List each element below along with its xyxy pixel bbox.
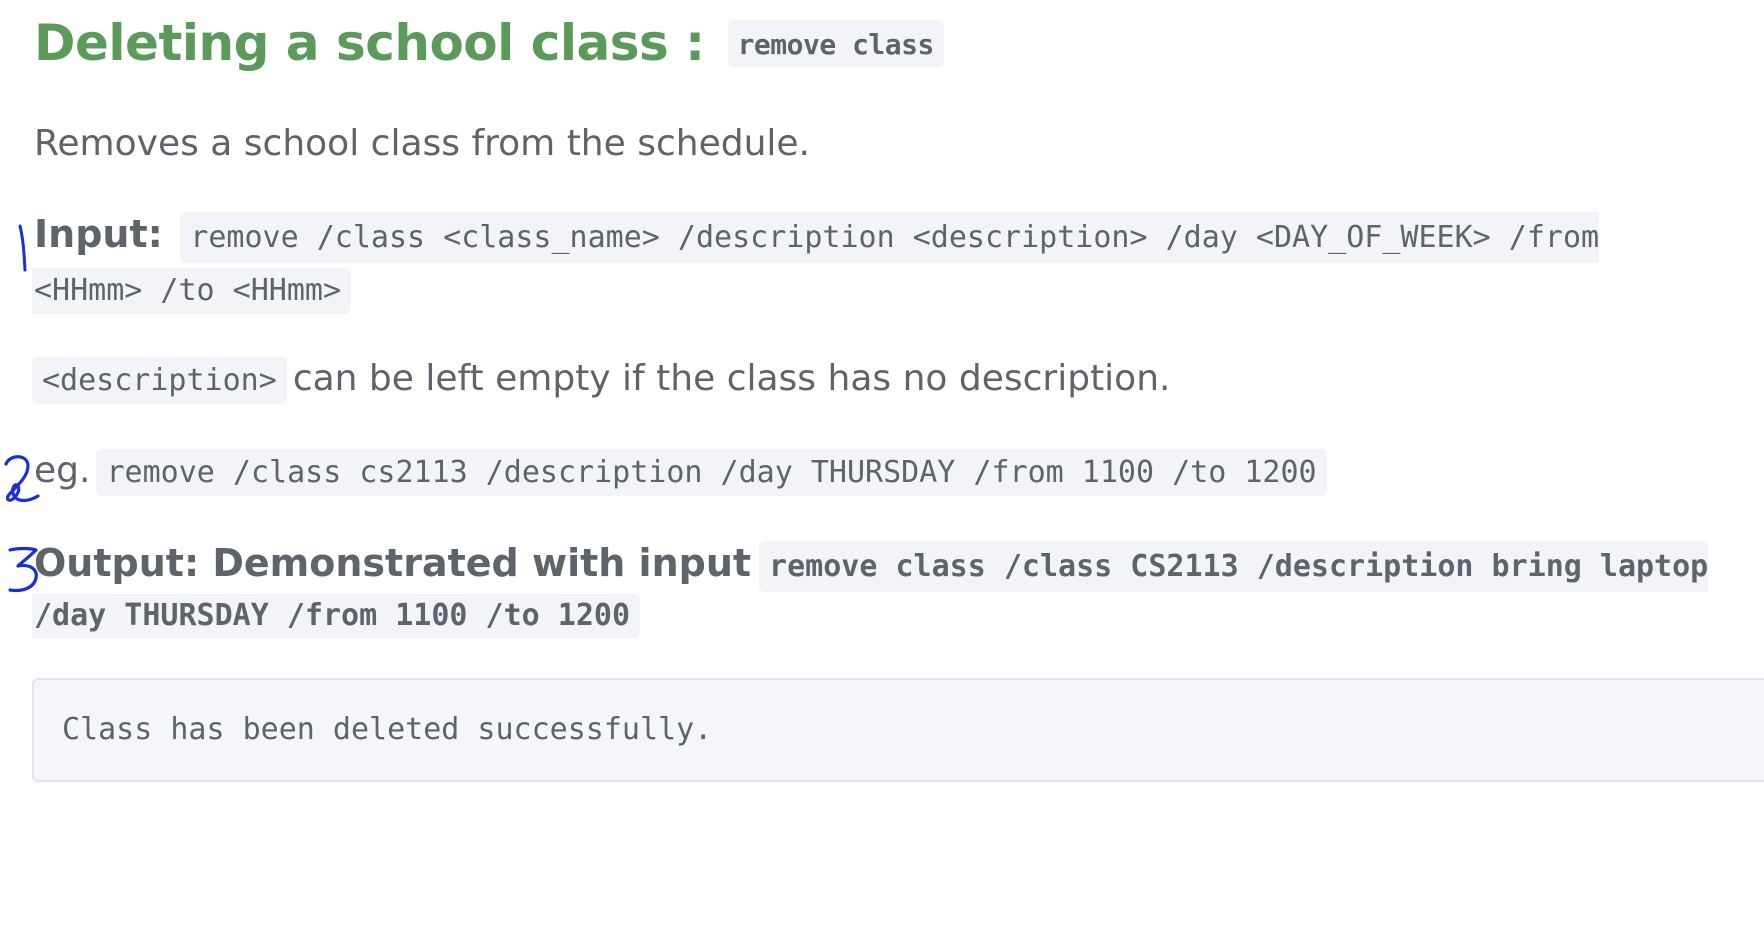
description-note: <description> can be left empty if the cl…: [32, 356, 1170, 404]
description-param-code: <description>: [32, 357, 287, 404]
output-label: Output: Demonstrated with input: [34, 541, 752, 585]
input-label: Input:: [34, 212, 163, 256]
annotation-mark-1: [18, 224, 27, 272]
section-heading: Deleting a school class : remove class: [34, 12, 944, 76]
input-format-code-part2: <HHmm> /to <HHmm>: [32, 268, 352, 314]
output-heading-line-continued: /day THURSDAY /from 1100 /to 1200: [32, 594, 641, 638]
input-format-code-part1: remove /class <class_name> /description …: [180, 212, 1600, 263]
output-input-code-part1: remove class /class CS2113 /description …: [759, 541, 1709, 592]
output-result-text: Class has been deleted successfully.: [62, 712, 713, 747]
example-command-code: remove /class cs2113 /description /day T…: [96, 449, 1327, 496]
section-title: Deleting a school class :: [34, 14, 705, 72]
example-line: eg. remove /class cs2113 /description /da…: [34, 448, 1327, 496]
command-summary: Removes a school class from the schedule…: [34, 123, 810, 164]
command-code: remove class: [727, 20, 944, 67]
input-format-line-continued: <HHmm> /to <HHmm>: [32, 268, 352, 314]
output-input-code-part2: /day THURSDAY /from 1100 /to 1200: [32, 594, 641, 638]
example-prefix: eg.: [34, 450, 91, 491]
description-note-text: can be left empty if the class has no de…: [292, 358, 1171, 399]
output-heading-line: Output: Demonstrated with input remove cl…: [34, 535, 1709, 595]
output-code-block: Class has been deleted successfully.: [32, 678, 1764, 782]
input-format-line: Input: remove /class <class_name> /descr…: [34, 206, 1600, 266]
